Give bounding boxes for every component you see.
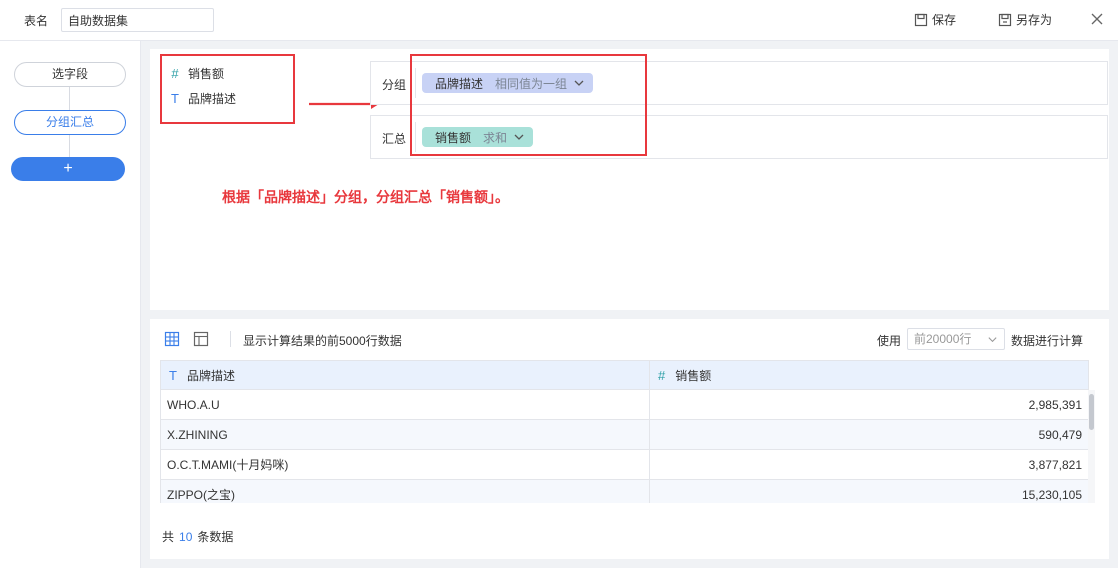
cell-sales: 590,479 [649,419,1089,450]
arrow-annotation [309,99,379,109]
table-name-label: 表名 [24,14,49,28]
chevron-down-icon [574,80,584,86]
divider [415,122,416,152]
total-prefix: 共 [162,530,175,544]
summary-label: 汇总 [382,132,407,146]
cell-sales: 2,985,391 [649,389,1089,420]
save-as-icon [998,13,1012,26]
step-sidebar: 选字段 分组汇总 + [0,41,141,568]
text-type-icon: T [169,367,177,383]
annotation-text: 根据「品牌描述」分组，分组汇总「销售额」。 [222,190,509,206]
group-drop-zone[interactable]: 分组 品牌描述 相同值为一组 [370,61,1108,105]
chip-mode: 相同值为一组 [495,76,568,91]
main-area: # 销售额 T 品牌描述 分组 品牌描述 相同值为一组 汇总 销售额 求和 根据… [141,41,1118,568]
summary-drop-zone[interactable]: 汇总 销售额 求和 [370,115,1108,159]
save-icon [914,13,928,26]
cell-brand: ZIPPO(之宝) [160,479,650,503]
number-type-icon: # [658,367,666,383]
total-suffix: 条数据 [197,530,234,544]
field-item-brand[interactable]: T 品牌描述 [162,86,236,111]
save-as-button[interactable]: 另存为 [998,11,1052,28]
field-name: 销售额 [188,67,225,81]
add-step-button[interactable]: + [11,157,125,181]
step-select-fields[interactable]: 选字段 [14,62,126,87]
cell-brand: X.ZHINING [160,419,650,450]
top-bar: 表名 保存 另存为 [0,0,1118,41]
scrollbar-thumb[interactable] [1089,394,1094,430]
column-label: 销售额 [675,368,712,383]
group-label: 分组 [382,78,407,92]
chip-field-name: 品牌描述 [435,76,484,91]
field-list: # 销售额 T 品牌描述 [162,61,236,111]
summary-field-chip[interactable]: 销售额 求和 [422,127,534,147]
save-button[interactable]: 保存 [914,11,956,28]
field-name: 品牌描述 [188,92,237,106]
table-scrollbar[interactable] [1088,390,1095,503]
preview-panel: 显示计算结果的前5000行数据 使用 前20000行 数据进行计算 T 品牌描述 … [150,319,1109,559]
group-field-chip[interactable]: 品牌描述 相同值为一组 [422,73,594,93]
column-label: 品牌描述 [186,368,235,383]
chevron-down-icon [514,134,524,140]
row-count: 共 10 条数据 [162,528,233,545]
config-panel: # 销售额 T 品牌描述 分组 品牌描述 相同值为一组 汇总 销售额 求和 根据… [150,49,1109,310]
table-row: O.C.T.MAMI(十月妈咪) 3,877,821 [160,449,1089,480]
table-header-row: T 品牌描述 # 销售额 [160,360,1089,390]
result-table: T 品牌描述 # 销售额 WHO.A.U 2,985,391 X.ZHINING 5… [160,360,1089,503]
table-viewport: T 品牌描述 # 销售额 WHO.A.U 2,985,391 X.ZHINING 5… [150,319,1109,503]
chip-mode: 求和 [483,130,508,145]
chip-field-name: 销售额 [435,130,472,145]
column-header-sales[interactable]: # 销售额 [649,360,1089,390]
total-count: 10 [179,530,193,544]
field-item-sales[interactable]: # 销售额 [162,61,236,86]
step-group-summary[interactable]: 分组汇总 [14,110,126,135]
cell-sales: 3,877,821 [649,449,1089,480]
number-type-icon: # [171,66,179,81]
cell-brand: O.C.T.MAMI(十月妈咪) [160,449,650,480]
table-row: X.ZHINING 590,479 [160,419,1089,450]
cell-sales: 15,230,105 [649,479,1089,503]
column-header-brand[interactable]: T 品牌描述 [160,360,650,390]
save-as-label: 另存为 [1016,13,1053,27]
divider [415,68,416,98]
save-label: 保存 [932,13,957,27]
table-row: WHO.A.U 2,985,391 [160,389,1089,420]
table-name-input[interactable] [61,8,214,32]
close-icon[interactable] [1090,12,1104,26]
text-type-icon: T [171,91,179,106]
cell-brand: WHO.A.U [160,389,650,420]
table-row: ZIPPO(之宝) 15,230,105 [160,479,1089,503]
